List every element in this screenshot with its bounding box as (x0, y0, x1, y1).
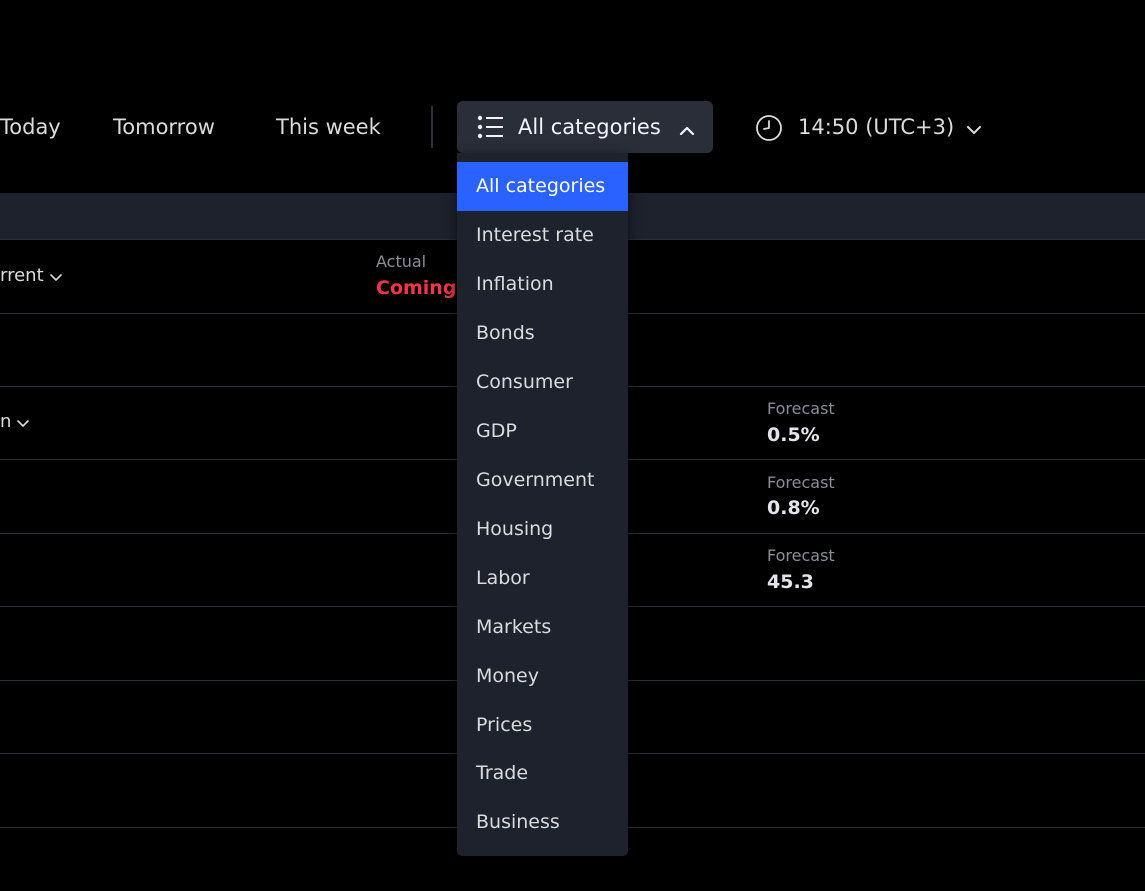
menu-item-consumer[interactable]: Consumer (457, 358, 628, 407)
chevron-down-icon (17, 412, 30, 433)
menu-item-housing[interactable]: Housing (457, 505, 628, 554)
menu-item-bonds[interactable]: Bonds (457, 309, 628, 358)
menu-item-government[interactable]: Government (457, 456, 628, 505)
menu-item-money[interactable]: Money (457, 652, 628, 701)
chevron-up-icon (679, 121, 695, 140)
tab-this-week[interactable]: This week (276, 112, 381, 142)
category-dropdown-menu: All categories Interest rate Inflation B… (457, 153, 628, 856)
menu-item-interest-rate[interactable]: Interest rate (457, 211, 628, 260)
menu-item-trade[interactable]: Trade (457, 749, 628, 798)
timezone-label: 14:50 (UTC+3) (798, 115, 955, 139)
economic-calendar-page: Today Tomorrow This week All categories (0, 0, 1145, 891)
forecast-caption: Forecast (767, 546, 835, 565)
menu-item-gdp[interactable]: GDP (457, 407, 628, 456)
timezone-button[interactable]: 14:50 (UTC+3) (755, 108, 987, 148)
clock-icon (755, 114, 783, 146)
tab-today[interactable]: Today (0, 112, 61, 142)
chevron-down-icon (49, 266, 62, 287)
forecast-caption: Forecast (767, 473, 835, 492)
chevron-down-icon (966, 120, 982, 139)
list-icon (477, 115, 503, 143)
table-row-event[interactable]: n (0, 411, 30, 433)
tab-tomorrow[interactable]: Tomorrow (113, 112, 215, 142)
event-name: rrent (0, 265, 44, 286)
forecast-value: 45.3 (767, 571, 814, 593)
menu-item-prices[interactable]: Prices (457, 701, 628, 750)
forecast-caption: Forecast (767, 399, 835, 418)
menu-item-markets[interactable]: Markets (457, 603, 628, 652)
menu-item-labor[interactable]: Labor (457, 554, 628, 603)
table-row-event[interactable]: rrent (0, 265, 62, 287)
menu-item-all-categories[interactable]: All categories (457, 162, 628, 211)
menu-item-inflation[interactable]: Inflation (457, 260, 628, 309)
tabs-divider (431, 106, 433, 148)
forecast-value: 0.5% (767, 424, 820, 446)
forecast-value: 0.8% (767, 497, 820, 519)
actual-value: Coming (376, 277, 457, 299)
category-filter-label: All categories (518, 115, 661, 139)
event-name: n (0, 411, 12, 432)
actual-caption: Actual (376, 252, 427, 271)
menu-item-business[interactable]: Business (457, 798, 628, 847)
category-filter-button[interactable]: All categories (457, 101, 713, 153)
